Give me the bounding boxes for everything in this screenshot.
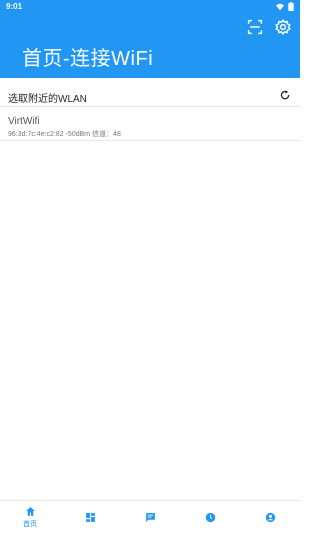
gear-icon [275,19,291,35]
account-icon [265,512,275,523]
nav-messages[interactable] [120,501,180,534]
wifi-signal-icon [276,3,284,13]
status-bar: 9:01 [0,0,300,14]
status-time: 9:01 [6,2,23,11]
nav-profile[interactable] [240,501,300,534]
nav-dashboard[interactable] [60,501,120,534]
chat-icon [145,513,155,522]
status-icons [276,2,294,13]
scan-icon [247,19,263,35]
scan-button[interactable] [246,18,264,36]
battery-icon [288,2,294,13]
wifi-details: 96:3d:7c:4e:c2:82 -50dBm 信道：48 [8,131,121,138]
home-icon [25,507,35,516]
section-title: 选取附近的WLAN [8,94,87,105]
page-title: 首页-连接WiFi [22,48,154,70]
refresh-button[interactable] [278,88,292,102]
refresh-icon [280,90,290,100]
wifi-network-item[interactable]: VirtWifi 96:3d:7c:4e:c2:82 -50dBm 信道：48 [0,108,300,141]
settings-button[interactable] [274,18,292,36]
dashboard-icon [85,513,95,522]
app-actions [246,18,292,36]
nearby-wlan-header: 选取附近的WLAN [0,84,300,107]
nav-home-label: 首页 [23,521,37,528]
bottom-navigation: 首页 [0,500,300,534]
clock-icon [205,512,215,523]
wifi-ssid: VirtWifi [8,116,40,127]
nav-home[interactable]: 首页 [0,501,60,534]
app-bar: 首页-连接WiFi [0,14,300,78]
nav-history[interactable] [180,501,240,534]
